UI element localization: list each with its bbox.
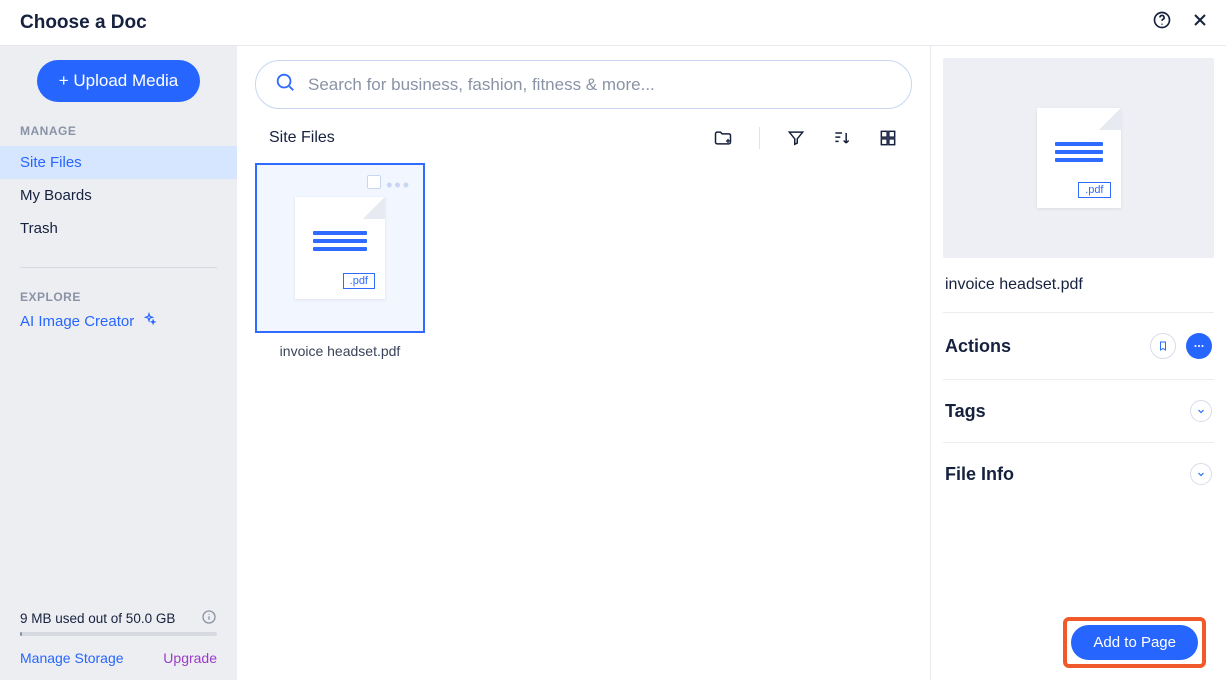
selected-file-name: invoice headset.pdf xyxy=(943,258,1214,313)
file-info-label: File Info xyxy=(945,464,1014,485)
help-icon[interactable] xyxy=(1152,10,1172,35)
content-area: Site Files xyxy=(237,46,931,680)
more-actions-button[interactable] xyxy=(1186,333,1212,359)
upgrade-link[interactable]: Upgrade xyxy=(163,650,217,666)
pdf-document-icon: .pdf xyxy=(295,197,385,299)
grid-view-icon[interactable] xyxy=(878,128,898,148)
storage-block: 9 MB used out of 50.0 GB Manage Storage … xyxy=(0,609,237,680)
sort-icon[interactable] xyxy=(832,128,852,148)
storage-text: 9 MB used out of 50.0 GB xyxy=(20,611,175,626)
ai-image-creator-link[interactable]: AI Image Creator xyxy=(0,312,237,330)
add-to-page-button[interactable]: Add to Page xyxy=(1071,625,1198,660)
sidebar: + Upload Media MANAGE Site Files My Boar… xyxy=(0,46,237,680)
file-card[interactable]: ••• .pdf invoice headset.pdf xyxy=(255,163,425,359)
explore-section-label: EXPLORE xyxy=(0,290,237,312)
sparkle-icon xyxy=(142,312,156,330)
info-icon[interactable] xyxy=(201,609,217,628)
actions-label: Actions xyxy=(945,336,1011,357)
tags-section[interactable]: Tags xyxy=(943,380,1214,443)
file-name-label: invoice headset.pdf xyxy=(255,343,425,359)
actions-section: Actions xyxy=(943,313,1214,380)
add-to-page-highlight: Add to Page xyxy=(1063,617,1206,668)
select-checkbox[interactable] xyxy=(367,175,381,189)
close-icon[interactable] xyxy=(1190,10,1210,35)
details-panel: .pdf invoice headset.pdf Actions Tags xyxy=(931,46,1226,680)
search-bar[interactable] xyxy=(255,60,912,109)
breadcrumb[interactable]: Site Files xyxy=(269,129,335,147)
manage-storage-link[interactable]: Manage Storage xyxy=(20,650,124,666)
storage-progress xyxy=(20,632,217,636)
chevron-down-icon[interactable] xyxy=(1190,463,1212,485)
tags-label: Tags xyxy=(945,401,986,422)
ai-image-creator-label: AI Image Creator xyxy=(20,313,134,330)
dialog-title: Choose a Doc xyxy=(20,12,147,34)
pdf-document-icon: .pdf xyxy=(1037,108,1121,208)
bookmark-button[interactable] xyxy=(1150,333,1176,359)
file-preview: .pdf xyxy=(943,58,1214,258)
sidebar-item-trash[interactable]: Trash xyxy=(0,212,237,245)
more-options-icon[interactable]: ••• xyxy=(386,175,411,196)
chevron-down-icon[interactable] xyxy=(1190,400,1212,422)
upload-media-button[interactable]: + Upload Media xyxy=(37,60,201,102)
file-thumbnail[interactable]: ••• .pdf xyxy=(255,163,425,333)
manage-section-label: MANAGE xyxy=(0,124,237,146)
sidebar-item-site-files[interactable]: Site Files xyxy=(0,146,237,179)
filter-icon[interactable] xyxy=(786,128,806,148)
sidebar-divider xyxy=(20,267,217,268)
file-extension-badge: .pdf xyxy=(343,273,375,289)
search-input[interactable] xyxy=(308,75,893,95)
toolbar-divider xyxy=(759,127,760,149)
dialog-header: Choose a Doc xyxy=(0,0,1226,46)
new-folder-icon[interactable] xyxy=(713,128,733,148)
file-info-section[interactable]: File Info xyxy=(943,443,1214,505)
search-icon xyxy=(274,71,296,98)
sidebar-item-my-boards[interactable]: My Boards xyxy=(0,179,237,212)
file-extension-badge: .pdf xyxy=(1078,182,1110,198)
